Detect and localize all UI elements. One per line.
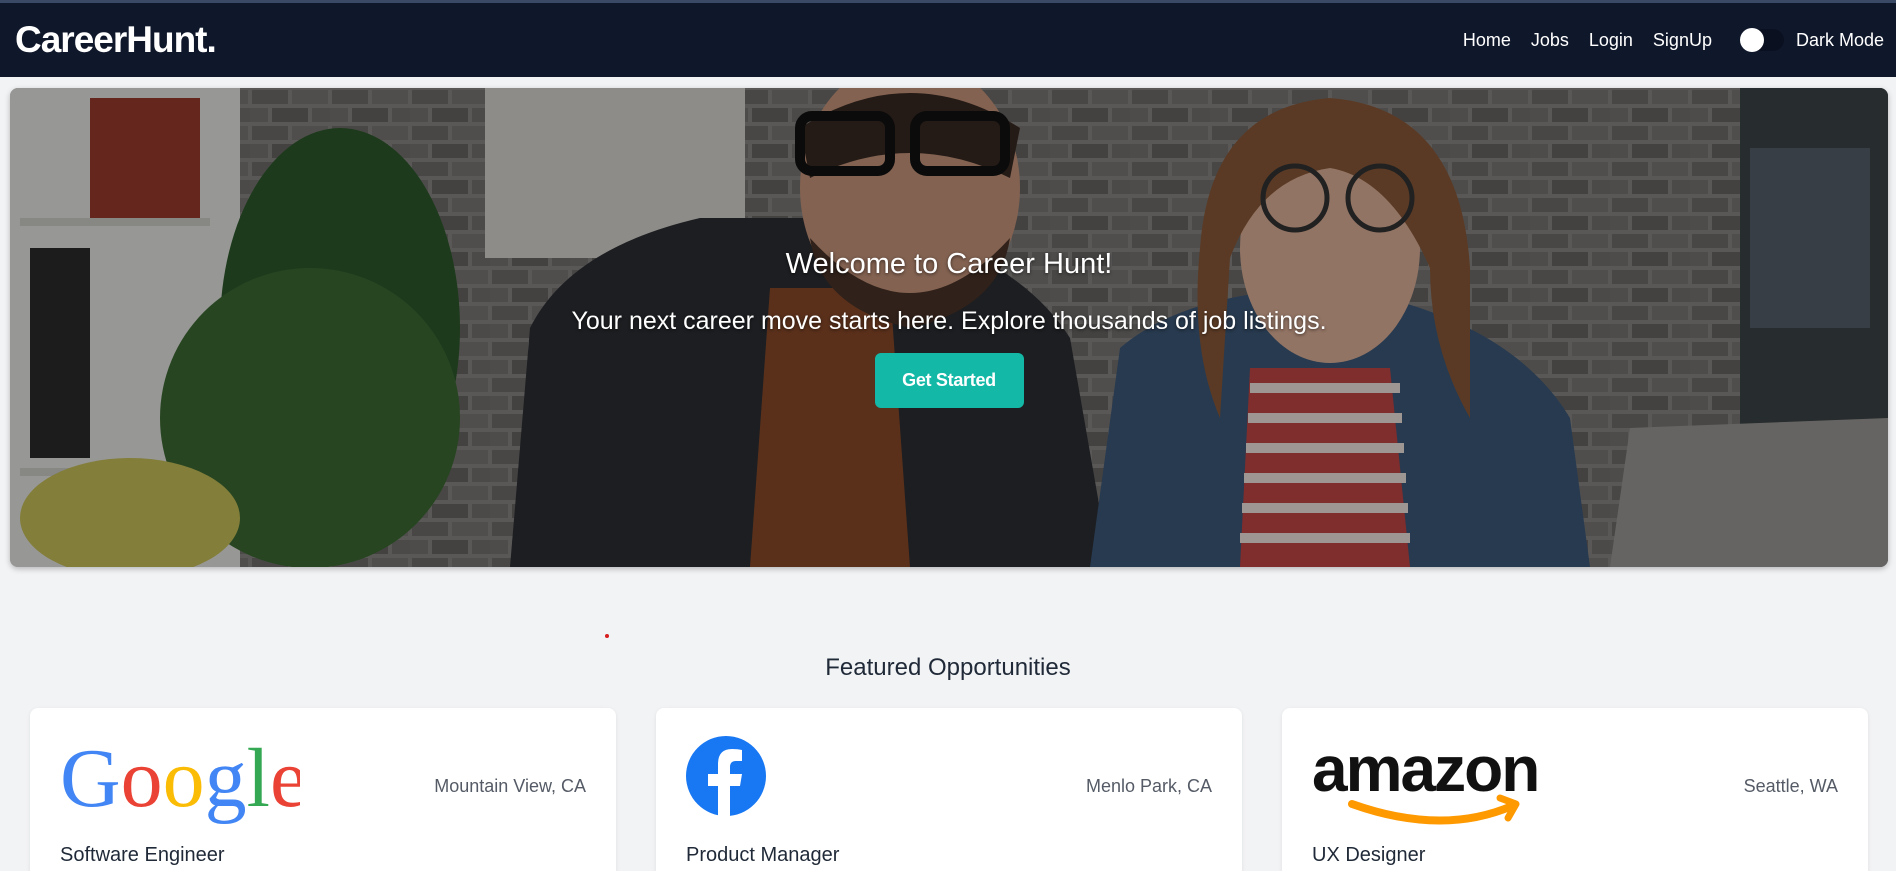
- featured-section-title: Featured Opportunities: [825, 654, 1071, 681]
- job-role[interactable]: Product Manager: [686, 844, 839, 867]
- google-logo-icon: Google: [60, 732, 307, 831]
- job-card[interactable]: Menlo Park, CA Product Manager: [656, 708, 1242, 871]
- nav-jobs-link[interactable]: Jobs: [1531, 30, 1569, 51]
- hero-subtitle: Your next career move starts here. Explo…: [571, 307, 1327, 335]
- amazon-logo-icon: amazon: [1312, 733, 1582, 831]
- job-location: Mountain View, CA: [434, 776, 586, 796]
- job-location: Menlo Park, CA: [1085, 776, 1212, 796]
- hero-title: Welcome to Career Hunt!: [785, 248, 1113, 280]
- job-location: Seattle, WA: [1743, 776, 1838, 796]
- red-dot: [605, 634, 609, 638]
- nav-login-link[interactable]: Login: [1589, 30, 1633, 51]
- job-role[interactable]: UX Designer: [1312, 844, 1425, 867]
- get-started-button[interactable]: Get Started: [874, 353, 1024, 408]
- job-role[interactable]: Software Engineer: [60, 844, 225, 867]
- navbar: CareerHunt. Home Jobs Login SignUp Dark …: [0, 3, 1896, 77]
- dark-mode-label: Dark Mode: [1795, 29, 1884, 50]
- nav-home-link[interactable]: Home: [1463, 30, 1511, 51]
- hero-content: Welcome to Career Hunt! Your next career…: [10, 248, 1888, 408]
- toggle-knob: [1739, 28, 1764, 52]
- svg-text:Google: Google: [60, 736, 300, 825]
- job-card[interactable]: Google Mountain View, CA Software Engine…: [30, 708, 616, 871]
- facebook-logo-icon: [686, 736, 766, 821]
- nav-signup-link[interactable]: SignUp: [1653, 30, 1712, 51]
- brand-logo[interactable]: CareerHunt.: [15, 19, 217, 61]
- svg-text:amazon: amazon: [1312, 736, 1538, 805]
- nav-links: Home Jobs Login SignUp Dark Mode: [1463, 28, 1884, 52]
- job-card[interactable]: amazon Seattle, WA UX Designer: [1282, 708, 1868, 871]
- hero-banner: Welcome to Career Hunt! Your next career…: [10, 88, 1888, 567]
- dark-mode-toggle[interactable]: [1739, 28, 1784, 52]
